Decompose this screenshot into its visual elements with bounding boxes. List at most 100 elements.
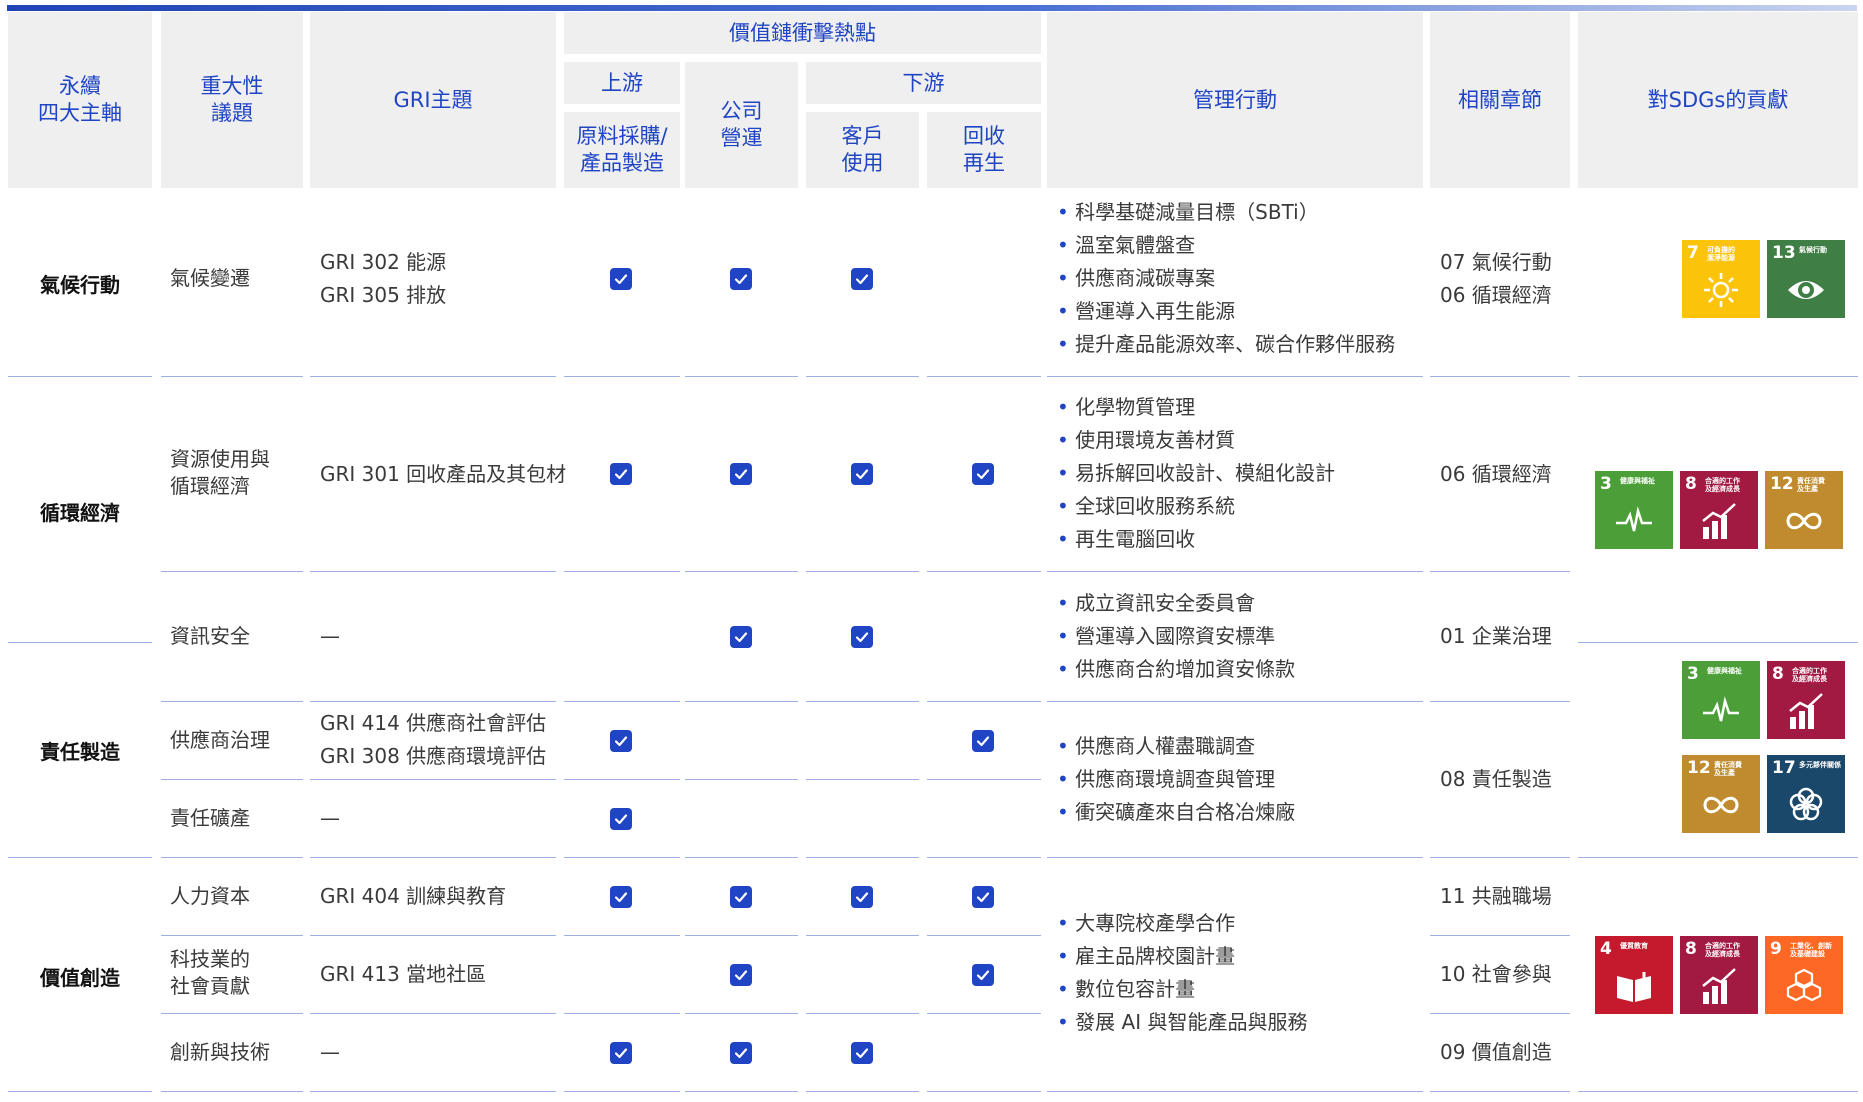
header-materiality: 重大性 議題 (161, 12, 303, 188)
row-divider (1578, 376, 1858, 377)
row-divider (564, 571, 680, 572)
row-divider (1430, 571, 1570, 572)
growth-chart-icon (1702, 503, 1736, 539)
sdg-label: 可負擔的 潔淨能源 (1707, 246, 1735, 262)
sdg-label: 責任消費 及生產 (1714, 761, 1742, 777)
sdg-4-tile: 4 優質教育 (1595, 936, 1673, 1014)
heartbeat-icon (1616, 506, 1652, 532)
row-divider (1430, 701, 1570, 702)
topic-climate-change: 氣候變遷 (170, 266, 250, 290)
checkbox-checked (851, 626, 873, 648)
header-axis: 永續 四大主軸 (8, 12, 152, 188)
management-item: 雇主品牌校園計畫 (1057, 940, 1307, 973)
row-divider (685, 1091, 798, 1092)
topic-minerals: 責任礦產 (170, 806, 250, 830)
checkbox-checked (730, 626, 752, 648)
checkbox-checked (851, 886, 873, 908)
row-divider (927, 376, 1041, 377)
infinity-icon (1703, 796, 1739, 814)
row-divider (1430, 376, 1570, 377)
chapter-label: 06 循環經濟 (1440, 283, 1552, 307)
sdg-number: 13 (1772, 243, 1796, 263)
checkbox-checked (610, 886, 632, 908)
management-item: 科學基礎減量目標（SBTi） (1057, 196, 1395, 229)
header-management: 管理行動 (1047, 12, 1423, 188)
row-divider (1578, 857, 1858, 858)
row-divider (161, 779, 303, 780)
row-divider (685, 701, 798, 702)
sdg-12-tile: 12 責任消費 及生產 (1682, 755, 1760, 833)
chapter-label: 01 企業治理 (1440, 624, 1552, 648)
gri-item: — (320, 624, 340, 648)
gri-item: GRI 302 能源 (320, 250, 447, 274)
growth-chart-icon (1789, 693, 1823, 729)
row-divider (8, 857, 152, 858)
row-divider (806, 701, 919, 702)
sdg-label: 合適的工作 及經濟成長 (1705, 477, 1740, 493)
row-divider (927, 571, 1041, 572)
header-customer: 客戶 使用 (806, 112, 919, 188)
sdg-number: 4 (1600, 939, 1612, 959)
axis-circular: 循環經濟 (40, 500, 120, 525)
row-divider (1047, 1091, 1423, 1092)
sdg-17-tile: 17 多元夥伴關係 (1767, 755, 1845, 833)
topic-infosec: 資訊安全 (170, 624, 250, 648)
chapter-label: 11 共融職場 (1440, 884, 1552, 908)
checkbox-checked (972, 730, 994, 752)
row-divider (8, 1091, 152, 1092)
management-item: 營運導入再生能源 (1057, 295, 1395, 328)
sdg-8-tile: 8 合適的工作 及經濟成長 (1767, 661, 1845, 739)
row-divider (1430, 857, 1570, 858)
cubes-icon (1786, 968, 1822, 1002)
management-item: 衝突礦產來自合格冶煉廠 (1057, 796, 1295, 829)
chapter-label: 10 社會參與 (1440, 962, 1552, 986)
checkbox-checked (730, 268, 752, 290)
row-divider (1430, 1091, 1570, 1092)
management-item: 溫室氣體盤查 (1057, 229, 1395, 262)
management-item: 提升產品能源效率、碳合作夥伴服務 (1057, 328, 1395, 361)
row-divider (927, 701, 1041, 702)
gri-item: — (320, 806, 340, 830)
sdg-number: 8 (1685, 474, 1697, 494)
sdg-number: 8 (1685, 939, 1697, 959)
row-divider (310, 779, 556, 780)
row-divider (310, 1013, 556, 1014)
row-divider (806, 1013, 919, 1014)
row-divider (1047, 701, 1423, 702)
row-divider (927, 1091, 1041, 1092)
row-divider (564, 701, 680, 702)
header-upstream: 上游 (564, 62, 680, 104)
axis-climate: 氣候行動 (40, 272, 120, 297)
sdg-number: 8 (1772, 664, 1784, 684)
row-divider (1430, 1013, 1570, 1014)
row-divider (310, 935, 556, 936)
management-item: 化學物質管理 (1057, 391, 1335, 424)
management-item: 供應商減碳專案 (1057, 262, 1395, 295)
checkbox-checked (610, 1042, 632, 1064)
row-divider (1578, 1091, 1858, 1092)
gri-item: GRI 404 訓練與教育 (320, 884, 507, 908)
sdg-number: 12 (1687, 758, 1711, 778)
management-item: 大專院校產學合作 (1057, 907, 1307, 940)
sdg-number: 9 (1770, 939, 1782, 959)
header-recycle: 回收 再生 (927, 112, 1041, 188)
header-sdg: 對SDGs的貢獻 (1578, 12, 1858, 188)
row-divider (806, 935, 919, 936)
sdg-label: 合適的工作 及經濟成長 (1792, 667, 1827, 683)
checkbox-checked (610, 463, 632, 485)
axis-responsible: 責任製造 (40, 739, 120, 764)
chapter-label: 08 責任製造 (1440, 767, 1552, 791)
sdg-number: 7 (1687, 243, 1699, 263)
sdg-label: 責任消費 及生產 (1797, 477, 1825, 493)
row-divider (564, 1091, 680, 1092)
checkbox-checked (851, 1042, 873, 1064)
sdg-label: 健康與福祉 (1620, 477, 1655, 485)
sdg-label: 合適的工作 及經濟成長 (1705, 942, 1740, 958)
checkbox-checked (730, 463, 752, 485)
checkbox-checked (851, 463, 873, 485)
row-divider (806, 779, 919, 780)
infinity-icon (1786, 512, 1822, 530)
management-item: 供應商人權盡職調查 (1057, 730, 1295, 763)
row-divider (310, 701, 556, 702)
axis-value: 價值創造 (40, 965, 120, 990)
